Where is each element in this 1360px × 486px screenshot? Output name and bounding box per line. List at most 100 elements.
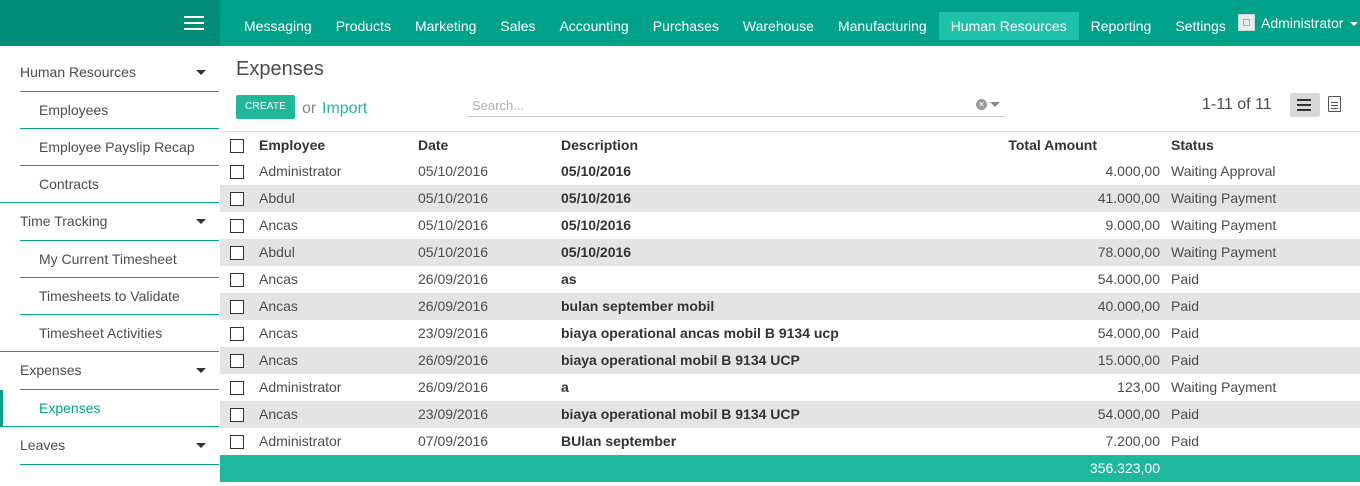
cell-date: 07/09/2016 bbox=[418, 433, 489, 449]
menu-item-accounting[interactable]: Accounting bbox=[547, 12, 640, 40]
chevron-down-icon bbox=[1350, 21, 1359, 26]
table-row[interactable]: Abdul 05/10/2016 05/10/2016 41.000,00 Waitin… bbox=[220, 185, 1360, 212]
search-input[interactable] bbox=[472, 95, 972, 115]
menu-item-messaging[interactable]: Messaging bbox=[232, 12, 324, 40]
caret-down-icon[interactable] bbox=[196, 443, 206, 448]
column-header-description[interactable]: Description bbox=[561, 132, 638, 159]
sidebar-item-contracts[interactable]: Contracts bbox=[0, 166, 219, 202]
menu-item-manufacturing[interactable]: Manufacturing bbox=[826, 12, 939, 40]
sidebar-section-human-resources[interactable]: Human Resources bbox=[0, 54, 219, 90]
cell-status: Paid bbox=[1171, 433, 1200, 449]
sidebar-item-employees[interactable]: Employees bbox=[0, 92, 219, 128]
cell-total-amount: 54.000,00 bbox=[1097, 325, 1160, 341]
menu-item-human-resources[interactable]: Human Resources bbox=[938, 12, 1079, 40]
table-footer: 356.323,00 bbox=[220, 455, 1360, 482]
column-header-status[interactable]: Status bbox=[1171, 132, 1214, 159]
cell-employee: Abdul bbox=[259, 190, 295, 206]
cell-status: Waiting Payment bbox=[1171, 217, 1277, 233]
cell-total-amount: 41.000,00 bbox=[1097, 190, 1160, 206]
import-link[interactable]: Import bbox=[322, 100, 367, 118]
create-button[interactable]: CREATE bbox=[236, 95, 295, 119]
table-row[interactable]: Ancas 23/09/2016 biaya operational ancas m… bbox=[220, 320, 1360, 347]
menu-item-marketing[interactable]: Marketing bbox=[403, 12, 488, 40]
caret-down-icon[interactable] bbox=[196, 70, 206, 75]
column-header-date[interactable]: Date bbox=[418, 132, 448, 159]
cell-employee: Ancas bbox=[259, 217, 298, 233]
cell-status: Paid bbox=[1171, 406, 1200, 422]
total-amount-sum: 356.323,00 bbox=[1089, 460, 1160, 476]
cell-employee: Administrator bbox=[259, 433, 342, 449]
row-checkbox[interactable] bbox=[230, 435, 244, 449]
sidebar-section-label: Expenses bbox=[20, 362, 82, 378]
cell-status: Paid bbox=[1171, 271, 1200, 287]
row-checkbox[interactable] bbox=[230, 408, 244, 422]
cell-description: a bbox=[561, 379, 569, 395]
cell-status: Paid bbox=[1171, 352, 1200, 368]
caret-down-icon[interactable] bbox=[196, 219, 206, 224]
cell-status: Paid bbox=[1171, 298, 1200, 314]
table-row[interactable]: Administrator 07/09/2016 BUlan september 7.… bbox=[220, 428, 1360, 455]
sidebar-item-timesheet-activities[interactable]: Timesheet Activities bbox=[0, 315, 219, 351]
sidebar-item-timesheets-to-validate[interactable]: Timesheets to Validate bbox=[0, 278, 219, 314]
cell-description: biaya operational mobil B 9134 UCP bbox=[561, 406, 800, 422]
list-view-button[interactable] bbox=[1290, 93, 1320, 117]
sidebar-section-label: Leaves bbox=[20, 437, 66, 453]
table-row[interactable]: Ancas 26/09/2016 as 54.000,00 Paid bbox=[220, 266, 1360, 293]
menu-item-products[interactable]: Products bbox=[324, 12, 403, 40]
select-all-checkbox[interactable] bbox=[230, 139, 244, 153]
sidebar-item-my-current-timesheet[interactable]: My Current Timesheet bbox=[0, 241, 219, 277]
row-checkbox[interactable] bbox=[230, 192, 244, 206]
column-header-total-amount[interactable]: Total Amount bbox=[1000, 132, 1097, 159]
cell-total-amount: 40.000,00 bbox=[1097, 298, 1160, 314]
clear-search-icon[interactable]: ✕ bbox=[976, 99, 987, 110]
table-row[interactable]: Ancas 23/09/2016 biaya operational mobil B… bbox=[220, 401, 1360, 428]
hamburger-icon[interactable] bbox=[184, 16, 204, 30]
row-checkbox[interactable] bbox=[230, 165, 244, 179]
sidebar-item-expenses[interactable]: Expenses bbox=[0, 390, 219, 426]
table-row[interactable]: Administrator 26/09/2016 a 123,00 Waiting Pa… bbox=[220, 374, 1360, 401]
row-checkbox[interactable] bbox=[230, 354, 244, 368]
cell-status: Waiting Payment bbox=[1171, 379, 1277, 395]
row-checkbox[interactable] bbox=[230, 381, 244, 395]
table-row[interactable]: Administrator 05/10/2016 05/10/2016 4.000,0… bbox=[220, 158, 1360, 185]
cell-date: 26/09/2016 bbox=[418, 352, 489, 368]
cell-date: 26/09/2016 bbox=[418, 271, 489, 287]
cell-date: 05/10/2016 bbox=[418, 190, 489, 206]
menu-item-warehouse[interactable]: Warehouse bbox=[731, 12, 826, 40]
menu-item-sales[interactable]: Sales bbox=[488, 12, 547, 40]
sidebar-section-expenses[interactable]: Expenses bbox=[0, 352, 219, 388]
document-view-icon[interactable] bbox=[1328, 96, 1341, 112]
sidebar-section-label: Human Resources bbox=[20, 64, 136, 80]
cell-date: 23/09/2016 bbox=[418, 325, 489, 341]
row-checkbox[interactable] bbox=[230, 300, 244, 314]
table-row[interactable]: Ancas 05/10/2016 05/10/2016 9.000,00 Waiting… bbox=[220, 212, 1360, 239]
cell-date: 05/10/2016 bbox=[418, 244, 489, 260]
sidebar-section-label: Time Tracking bbox=[20, 213, 108, 229]
cell-description: biaya operational ancas mobil B 9134 ucp bbox=[561, 325, 839, 341]
search-bar: ✕ bbox=[466, 95, 1006, 117]
table-row[interactable]: Ancas 26/09/2016 bulan september mobil 40.0… bbox=[220, 293, 1360, 320]
row-checkbox[interactable] bbox=[230, 273, 244, 287]
sidebar-section-time-tracking[interactable]: Time Tracking bbox=[0, 203, 219, 239]
menu-item-settings[interactable]: Settings bbox=[1163, 12, 1238, 40]
table-row[interactable]: Ancas 26/09/2016 biaya operational mobil B… bbox=[220, 347, 1360, 374]
menu-item-reporting[interactable]: Reporting bbox=[1079, 12, 1164, 40]
row-checkbox[interactable] bbox=[230, 246, 244, 260]
caret-down-icon[interactable] bbox=[196, 368, 206, 373]
cell-description: 05/10/2016 bbox=[561, 244, 632, 260]
app-menu-toggle[interactable] bbox=[0, 0, 220, 46]
table-row[interactable]: Abdul 05/10/2016 05/10/2016 78.000,00 Waitin… bbox=[220, 239, 1360, 266]
sidebar-section-leaves[interactable]: Leaves bbox=[0, 427, 219, 463]
column-header-employee[interactable]: Employee bbox=[259, 132, 325, 159]
or-label: or bbox=[302, 100, 317, 117]
user-menu[interactable]: Administrator bbox=[1238, 14, 1359, 31]
cell-employee: Ancas bbox=[259, 325, 298, 341]
menu-item-purchases[interactable]: Purchases bbox=[641, 12, 731, 40]
cell-description: 05/10/2016 bbox=[561, 190, 632, 206]
cell-total-amount: 54.000,00 bbox=[1097, 406, 1160, 422]
sidebar-item-employee-payslip-recap[interactable]: Employee Payslip Recap bbox=[0, 129, 219, 165]
search-options-dropdown-icon[interactable] bbox=[990, 102, 1000, 107]
row-checkbox[interactable] bbox=[230, 219, 244, 233]
row-checkbox[interactable] bbox=[230, 327, 244, 341]
cell-employee: Ancas bbox=[259, 352, 298, 368]
